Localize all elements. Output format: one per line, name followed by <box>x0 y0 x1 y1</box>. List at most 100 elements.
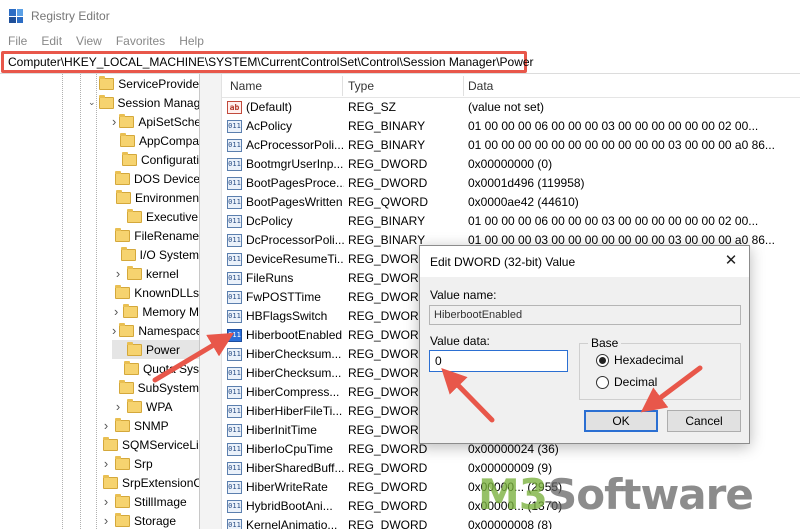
list-header: Name Type Data <box>222 74 800 98</box>
tree-item[interactable]: › Storage <box>100 511 199 529</box>
tree-item[interactable]: › Memory M <box>112 302 199 321</box>
tree-item-label: Session Manag <box>117 95 200 110</box>
chevron-right-icon[interactable]: › <box>112 304 120 319</box>
tree-item[interactable]: › SNMP <box>100 416 199 435</box>
value-data-cell: 0x00000... (2955) <box>468 480 563 494</box>
tree-item[interactable]: I/O System <box>112 245 199 264</box>
value-row[interactable]: 011 BootPagesWritten REG_QWORD 0x0000ae42 (… <box>222 193 800 212</box>
tree-item[interactable]: Power <box>112 340 199 359</box>
tree-item[interactable]: AppCompa <box>112 131 199 150</box>
chevron-right-icon[interactable]: › <box>112 323 116 338</box>
key-tree[interactable]: ServiceProvide ⌄ Session Manag › ApiSetSche A… <box>0 74 200 529</box>
value-type-cell: REG_DWORD <box>348 480 428 494</box>
ok-button[interactable]: OK <box>584 410 658 432</box>
chevron-right-icon[interactable]: › <box>100 456 112 471</box>
value-row[interactable]: ab (Default) REG_SZ (value not set) <box>222 98 800 117</box>
folder-icon <box>115 170 130 185</box>
column-header-data[interactable]: Data <box>468 79 493 93</box>
value-name-cell: HybridBootAni... <box>246 499 333 513</box>
hexadecimal-radio-option[interactable]: Hexadecimal <box>596 353 683 367</box>
value-name-cell: DcProcessorPoli... <box>246 233 344 247</box>
menu-favorites[interactable]: Favorites <box>116 34 165 48</box>
tree-item[interactable]: › WPA <box>112 397 199 416</box>
folder-icon <box>121 151 137 166</box>
value-row[interactable]: 011 AcPolicy REG_BINARY 01 00 00 00 06 00 0… <box>222 117 800 136</box>
chevron-down-icon[interactable]: ⌄ <box>88 97 96 108</box>
tree-item[interactable]: › ApiSetSche <box>112 112 199 131</box>
tree-item-label: Configurati <box>140 152 199 167</box>
tree-item[interactable]: › Srp <box>100 454 199 473</box>
address-input[interactable]: Computer\HKEY_LOCAL_MACHINE\SYSTEM\Curre… <box>1 51 534 73</box>
tree-item[interactable]: SubSystem <box>112 378 199 397</box>
tree-item[interactable]: KnownDLLs <box>112 283 199 302</box>
hexadecimal-radio[interactable] <box>596 353 609 367</box>
binary-value-icon: 011 <box>227 158 242 171</box>
decimal-radio[interactable] <box>596 375 609 389</box>
tree-item[interactable]: Configurati <box>112 150 199 169</box>
menu-help[interactable]: Help <box>179 34 204 48</box>
chevron-right-icon[interactable]: › <box>100 513 112 528</box>
value-row[interactable]: 011 HiberSharedBuff... REG_DWORD 0x00000009… <box>222 459 800 478</box>
column-header-name[interactable]: Name <box>230 79 262 93</box>
tree-item[interactable]: SrpExtensionC <box>100 473 199 492</box>
binary-value-icon: 011 <box>227 215 242 228</box>
value-row[interactable]: 011 HybridBootAni... REG_DWORD 0x00000... (… <box>222 497 800 516</box>
binary-value-icon: 011 <box>227 196 242 209</box>
folder-icon <box>118 379 134 394</box>
address-path: Computer\HKEY_LOCAL_MACHINE\SYSTEM\Curre… <box>8 55 534 69</box>
folder-icon <box>115 417 130 432</box>
tree-item[interactable]: Environmen <box>112 188 199 207</box>
value-data-cell: 0x00000009 (9) <box>468 461 553 475</box>
chevron-right-icon[interactable]: › <box>112 399 124 414</box>
tree-item-label: Environmen <box>134 190 199 205</box>
value-name-cell: HiberSharedBuff... <box>246 461 344 475</box>
decimal-radio-option[interactable]: Decimal <box>596 375 657 389</box>
tree-item[interactable]: › Namespace <box>112 321 199 340</box>
binary-value-icon: 011 <box>227 253 242 266</box>
value-name-cell: BootPagesWritten <box>246 195 343 209</box>
value-row[interactable]: 011 BootmgrUserInp... REG_DWORD 0x00000000 … <box>222 155 800 174</box>
edit-dword-dialog: Edit DWORD (32-bit) Value ✕ Value name: … <box>419 245 750 444</box>
chevron-right-icon[interactable]: › <box>112 114 116 129</box>
folder-icon <box>115 189 131 204</box>
tree-item[interactable]: SQMServiceLis <box>100 435 199 454</box>
value-row[interactable]: 011 KernelAnimatio... REG_DWORD 0x00000008 … <box>222 516 800 529</box>
menu-edit[interactable]: Edit <box>41 34 62 48</box>
value-type-cell: REG_BINARY <box>348 138 426 152</box>
folder-icon <box>103 436 118 451</box>
tree-item[interactable]: › kernel <box>112 264 199 283</box>
binary-value-icon: 011 <box>227 348 242 361</box>
tree-item[interactable]: ⌄ Session Manag <box>88 93 199 112</box>
tree-item[interactable]: › StillImage <box>100 492 199 511</box>
tree-item-label: I/O System <box>139 247 199 262</box>
cancel-button[interactable]: Cancel <box>667 410 741 432</box>
value-row[interactable]: 011 DcPolicy REG_BINARY 01 00 00 00 06 00 0… <box>222 212 800 231</box>
binary-value-icon: 011 <box>227 329 242 342</box>
column-divider[interactable] <box>463 76 464 96</box>
tree-item[interactable]: FileRename <box>112 226 199 245</box>
chevron-right-icon[interactable]: › <box>100 494 112 509</box>
tree-item-label: WPA <box>146 399 173 414</box>
value-name-cell: HiberHiberFileTi... <box>246 404 343 418</box>
tree-item[interactable]: DOS Device <box>112 169 199 188</box>
folder-icon <box>120 246 136 261</box>
pane-splitter[interactable] <box>200 74 222 529</box>
close-icon[interactable]: ✕ <box>721 251 741 271</box>
tree-item[interactable]: Quota Sys <box>112 359 199 378</box>
value-row[interactable]: 011 BootPagesProce... REG_DWORD 0x0001d496 … <box>222 174 800 193</box>
value-name-cell: BootPagesProce... <box>246 176 344 190</box>
value-type-cell: REG_SZ <box>348 100 397 114</box>
chevron-right-icon[interactable]: › <box>112 266 124 281</box>
chevron-right-icon[interactable]: › <box>100 418 112 433</box>
column-header-type[interactable]: Type <box>348 79 374 93</box>
menu-view[interactable]: View <box>76 34 102 48</box>
value-row[interactable]: 011 AcProcessorPoli... REG_BINARY 01 00 00 … <box>222 136 800 155</box>
menu-file[interactable]: File <box>8 34 27 48</box>
tree-item[interactable]: ServiceProvide <box>88 74 199 93</box>
value-data-input[interactable]: 0 <box>429 350 568 372</box>
tree-item[interactable]: Executive <box>112 207 199 226</box>
tree-item-label: DOS Device <box>134 171 200 186</box>
value-type-cell: REG_DWORD <box>348 442 428 456</box>
column-divider[interactable] <box>342 76 343 96</box>
value-row[interactable]: 011 HiberWriteRate REG_DWORD 0x00000... (29… <box>222 478 800 497</box>
